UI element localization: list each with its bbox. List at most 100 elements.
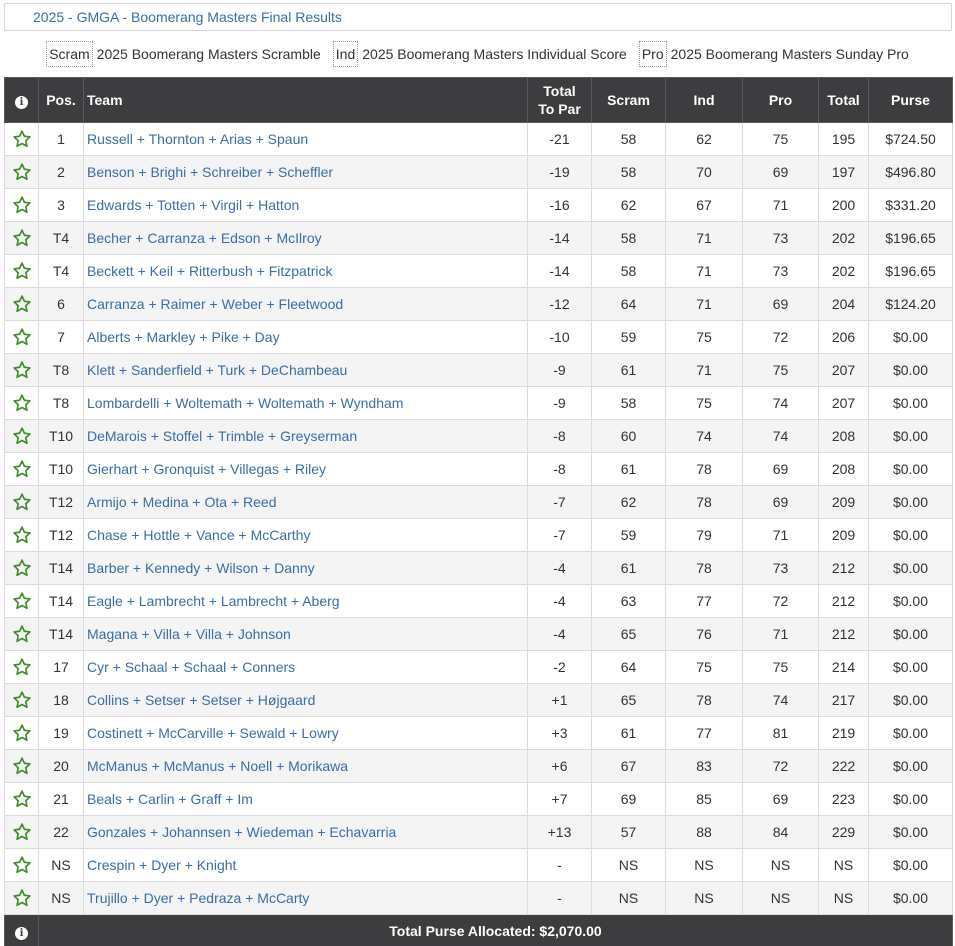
ind-cell: NS xyxy=(665,848,743,882)
scram-cell: 63 xyxy=(591,584,666,618)
team-link[interactable]: Crespin + Dyer + Knight xyxy=(83,848,528,882)
favorite-star-button[interactable] xyxy=(4,848,39,882)
team-link[interactable]: Benson + Brighi + Schreiber + Scheffler xyxy=(83,155,528,189)
favorite-star-button[interactable] xyxy=(4,188,39,222)
pro-cell: 81 xyxy=(742,716,819,750)
team-link[interactable]: Edwards + Totten + Virgil + Hatton xyxy=(83,188,528,222)
team-link[interactable]: Magana + Villa + Villa + Johnson xyxy=(83,617,528,651)
team-link[interactable]: Alberts + Markley + Pike + Day xyxy=(83,320,528,354)
purse-column-header[interactable]: Purse xyxy=(868,77,953,123)
ind-cell: 77 xyxy=(665,716,743,750)
info-circle-icon: i xyxy=(15,96,28,109)
team-link[interactable]: Lombardelli + Woltemath + Woltemath + Wy… xyxy=(83,386,528,420)
ind-cell: NS xyxy=(665,881,743,915)
team-link[interactable]: Barber + Kennedy + Wilson + Danny xyxy=(83,551,528,585)
favorite-star-button[interactable] xyxy=(4,815,39,849)
ind-cell: 85 xyxy=(665,782,743,816)
team-link[interactable]: Gierhart + Gronquist + Villegas + Riley xyxy=(83,452,528,486)
favorite-star-button[interactable] xyxy=(4,320,39,354)
ind-cell: 70 xyxy=(665,155,743,189)
team-link[interactable]: Becher + Carranza + Edson + McIlroy xyxy=(83,221,528,255)
pro-cell: 69 xyxy=(742,782,819,816)
team-link[interactable]: Russell + Thornton + Arias + Spaun xyxy=(83,122,528,156)
info-column-header[interactable]: i xyxy=(4,77,39,123)
favorite-star-button[interactable] xyxy=(4,287,39,321)
table-row: 6 Carranza + Raimer + Weber + Fleetwood -1… xyxy=(4,287,953,321)
team-link[interactable]: DeMarois + Stoffel + Trimble + Greyserma… xyxy=(83,419,528,453)
favorite-star-button[interactable] xyxy=(4,551,39,585)
team-link[interactable]: Collins + Setser + Setser + Højgaard xyxy=(83,683,528,717)
team-link[interactable]: Chase + Hottle + Vance + McCarthy xyxy=(83,518,528,552)
total-column-header[interactable]: Total xyxy=(818,77,869,123)
favorite-star-button[interactable] xyxy=(4,617,39,651)
pos-cell: 17 xyxy=(38,650,84,684)
favorite-star-button[interactable] xyxy=(4,782,39,816)
ind-cell: 71 xyxy=(665,254,743,288)
favorite-star-button[interactable] xyxy=(4,155,39,189)
star-outline-icon xyxy=(12,328,31,346)
favorite-star-button[interactable] xyxy=(4,683,39,717)
scram-column-header[interactable]: Scram xyxy=(591,77,666,123)
purse-cell: $0.00 xyxy=(868,386,953,420)
scram-cell: 67 xyxy=(591,749,666,783)
purse-cell: $0.00 xyxy=(868,749,953,783)
team-link[interactable]: Gonzales + Johannsen + Wiedeman + Echava… xyxy=(83,815,528,849)
team-link[interactable]: Trujillo + Dyer + Pedraza + McCarty xyxy=(83,881,528,915)
favorite-star-button[interactable] xyxy=(4,749,39,783)
team-link[interactable]: Eagle + Lambrecht + Lambrecht + Aberg xyxy=(83,584,528,618)
total-cell: NS xyxy=(818,881,869,915)
favorite-star-button[interactable] xyxy=(4,650,39,684)
favorite-star-button[interactable] xyxy=(4,419,39,453)
ind-cell: 78 xyxy=(665,452,743,486)
table-row: 2 Benson + Brighi + Schreiber + Scheffler… xyxy=(4,155,953,189)
ind-cell: 71 xyxy=(665,353,743,387)
to-par-cell: -4 xyxy=(527,584,592,618)
total-cell: 207 xyxy=(818,386,869,420)
footer-info-cell[interactable]: i xyxy=(4,914,39,946)
favorite-star-button[interactable] xyxy=(4,221,39,255)
purse-cell: $0.00 xyxy=(868,650,953,684)
favorite-star-button[interactable] xyxy=(4,584,39,618)
team-link[interactable]: Carranza + Raimer + Weber + Fleetwood xyxy=(83,287,528,321)
pos-column-header[interactable]: Pos. xyxy=(38,77,84,123)
team-link[interactable]: McManus + McManus + Noell + Morikawa xyxy=(83,749,528,783)
scram-cell: 58 xyxy=(591,155,666,189)
legend-key-scram: Scram xyxy=(46,41,93,67)
favorite-star-button[interactable] xyxy=(4,122,39,156)
team-link[interactable]: Beals + Carlin + Graff + Im xyxy=(83,782,528,816)
purse-cell: $331.20 xyxy=(868,188,953,222)
ind-column-header[interactable]: Ind xyxy=(665,77,743,123)
favorite-star-button[interactable] xyxy=(4,386,39,420)
favorite-star-button[interactable] xyxy=(4,485,39,519)
to-par-cell: +3 xyxy=(527,716,592,750)
team-link[interactable]: Cyr + Schaal + Schaal + Conners xyxy=(83,650,528,684)
pos-cell: T8 xyxy=(38,386,84,420)
favorite-star-button[interactable] xyxy=(4,716,39,750)
to-par-cell: -21 xyxy=(527,122,592,156)
pro-column-header[interactable]: Pro xyxy=(742,77,819,123)
results-table: i Pos. Team Total To Par Scram Ind Pro T… xyxy=(4,77,953,946)
to-par-column-header[interactable]: Total To Par xyxy=(527,77,592,123)
favorite-star-button[interactable] xyxy=(4,518,39,552)
team-link[interactable]: Klett + Sanderfield + Turk + DeChambeau xyxy=(83,353,528,387)
ind-cell: 67 xyxy=(665,188,743,222)
favorite-star-button[interactable] xyxy=(4,452,39,486)
pro-cell: 71 xyxy=(742,518,819,552)
purse-cell: $0.00 xyxy=(868,551,953,585)
pro-cell: 73 xyxy=(742,551,819,585)
star-outline-icon xyxy=(12,823,31,841)
pro-cell: NS xyxy=(742,848,819,882)
to-par-cell: +13 xyxy=(527,815,592,849)
team-column-header[interactable]: Team xyxy=(83,77,528,123)
total-cell: 202 xyxy=(818,254,869,288)
favorite-star-button[interactable] xyxy=(4,254,39,288)
star-outline-icon xyxy=(12,724,31,742)
to-par-cell: +7 xyxy=(527,782,592,816)
favorite-star-button[interactable] xyxy=(4,881,39,915)
scram-cell: NS xyxy=(591,848,666,882)
team-link[interactable]: Armijo + Medina + Ota + Reed xyxy=(83,485,528,519)
team-link[interactable]: Beckett + Keil + Ritterbush + Fitzpatric… xyxy=(83,254,528,288)
to-par-cell: -19 xyxy=(527,155,592,189)
favorite-star-button[interactable] xyxy=(4,353,39,387)
team-link[interactable]: Costinett + McCarville + Sewald + Lowry xyxy=(83,716,528,750)
